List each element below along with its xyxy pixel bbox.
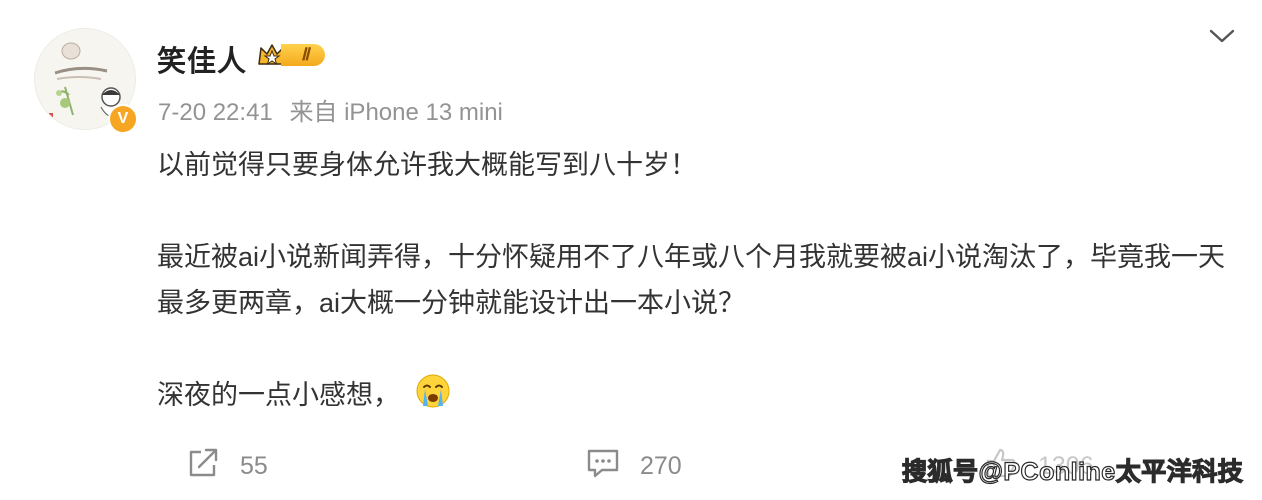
post-paragraph-3-text: 深夜的一点小感想， — [157, 380, 400, 410]
post-meta: 7-20 22:41 来自 iPhone 13 mini — [158, 92, 503, 127]
comment-button[interactable]: 270 — [586, 444, 682, 488]
post-paragraph-1: 以前觉得只要身体允许我大概能写到八十岁！ — [157, 150, 697, 180]
post-time: 7-20 22:41 — [158, 99, 273, 126]
chevron-down-icon[interactable] — [1208, 24, 1236, 48]
author-name[interactable]: 笑佳人 — [157, 38, 247, 80]
repost-button[interactable]: 55 — [186, 444, 268, 488]
crying-face-emoji-icon — [414, 372, 452, 424]
repost-count: 55 — [240, 451, 268, 480]
comment-count: 270 — [640, 451, 682, 480]
post-source: 来自 iPhone 13 mini — [289, 99, 503, 126]
member-level-label: Ⅱ — [281, 44, 325, 66]
post-content: 以前觉得只要身体允许我大概能写到八十岁！ 最近被ai小说新闻弄得，十分怀疑用不了… — [157, 142, 1237, 424]
comment-icon — [586, 447, 620, 486]
weibo-post-card: V 笑佳人 Ⅱ 7-20 22:41 来自 iPhone 13 mini 以前觉… — [0, 0, 1262, 500]
share-icon — [186, 447, 220, 486]
post-paragraph-3: 深夜的一点小感想， — [157, 372, 1237, 424]
watermark: 搜狐号@PConline太平洋科技 — [901, 457, 1244, 486]
verified-badge-icon: V — [108, 104, 138, 134]
post-paragraph-2: 最近被ai小说新闻弄得，十分怀疑用不了八年或八个月我就要被ai小说淘汰了，毕竟我… — [157, 242, 1226, 318]
